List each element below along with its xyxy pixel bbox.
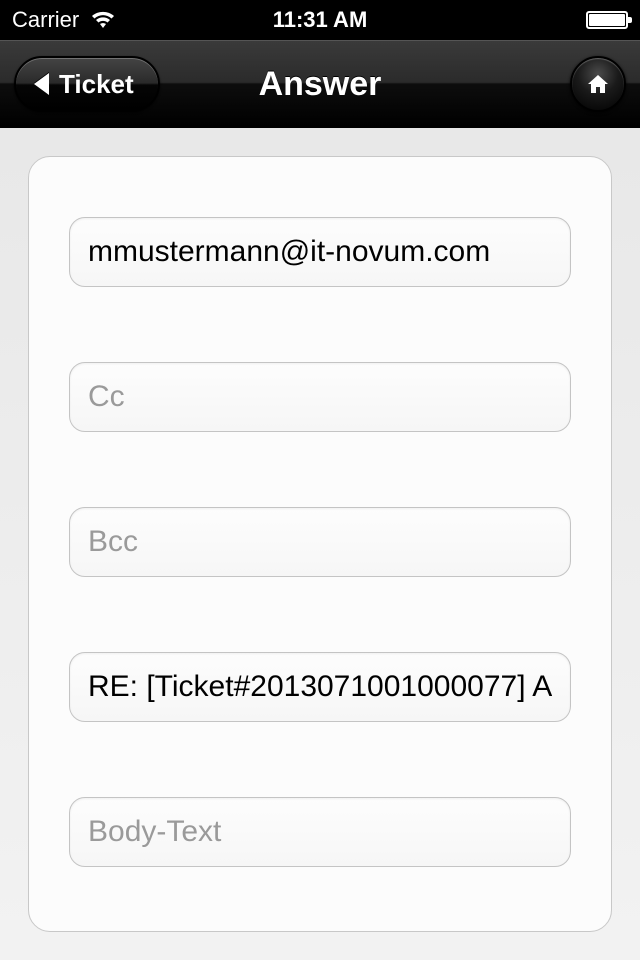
wifi-icon — [89, 10, 117, 30]
to-field[interactable] — [69, 217, 571, 287]
bcc-field[interactable] — [69, 507, 571, 577]
content-area — [0, 128, 640, 960]
form-card — [28, 156, 612, 932]
page-title: Answer — [259, 65, 382, 104]
cc-field[interactable] — [69, 362, 571, 432]
body-field[interactable] — [69, 797, 571, 867]
status-bar: Carrier 11:31 AM — [0, 0, 640, 40]
carrier-label: Carrier — [12, 7, 79, 33]
home-icon — [586, 73, 610, 95]
home-button[interactable] — [570, 56, 626, 112]
battery-icon — [586, 11, 628, 29]
subject-field[interactable] — [69, 652, 571, 722]
chevron-left-icon — [34, 73, 49, 95]
back-button-label: Ticket — [59, 69, 134, 100]
back-button[interactable]: Ticket — [14, 56, 160, 112]
nav-bar: Ticket Answer — [0, 40, 640, 128]
